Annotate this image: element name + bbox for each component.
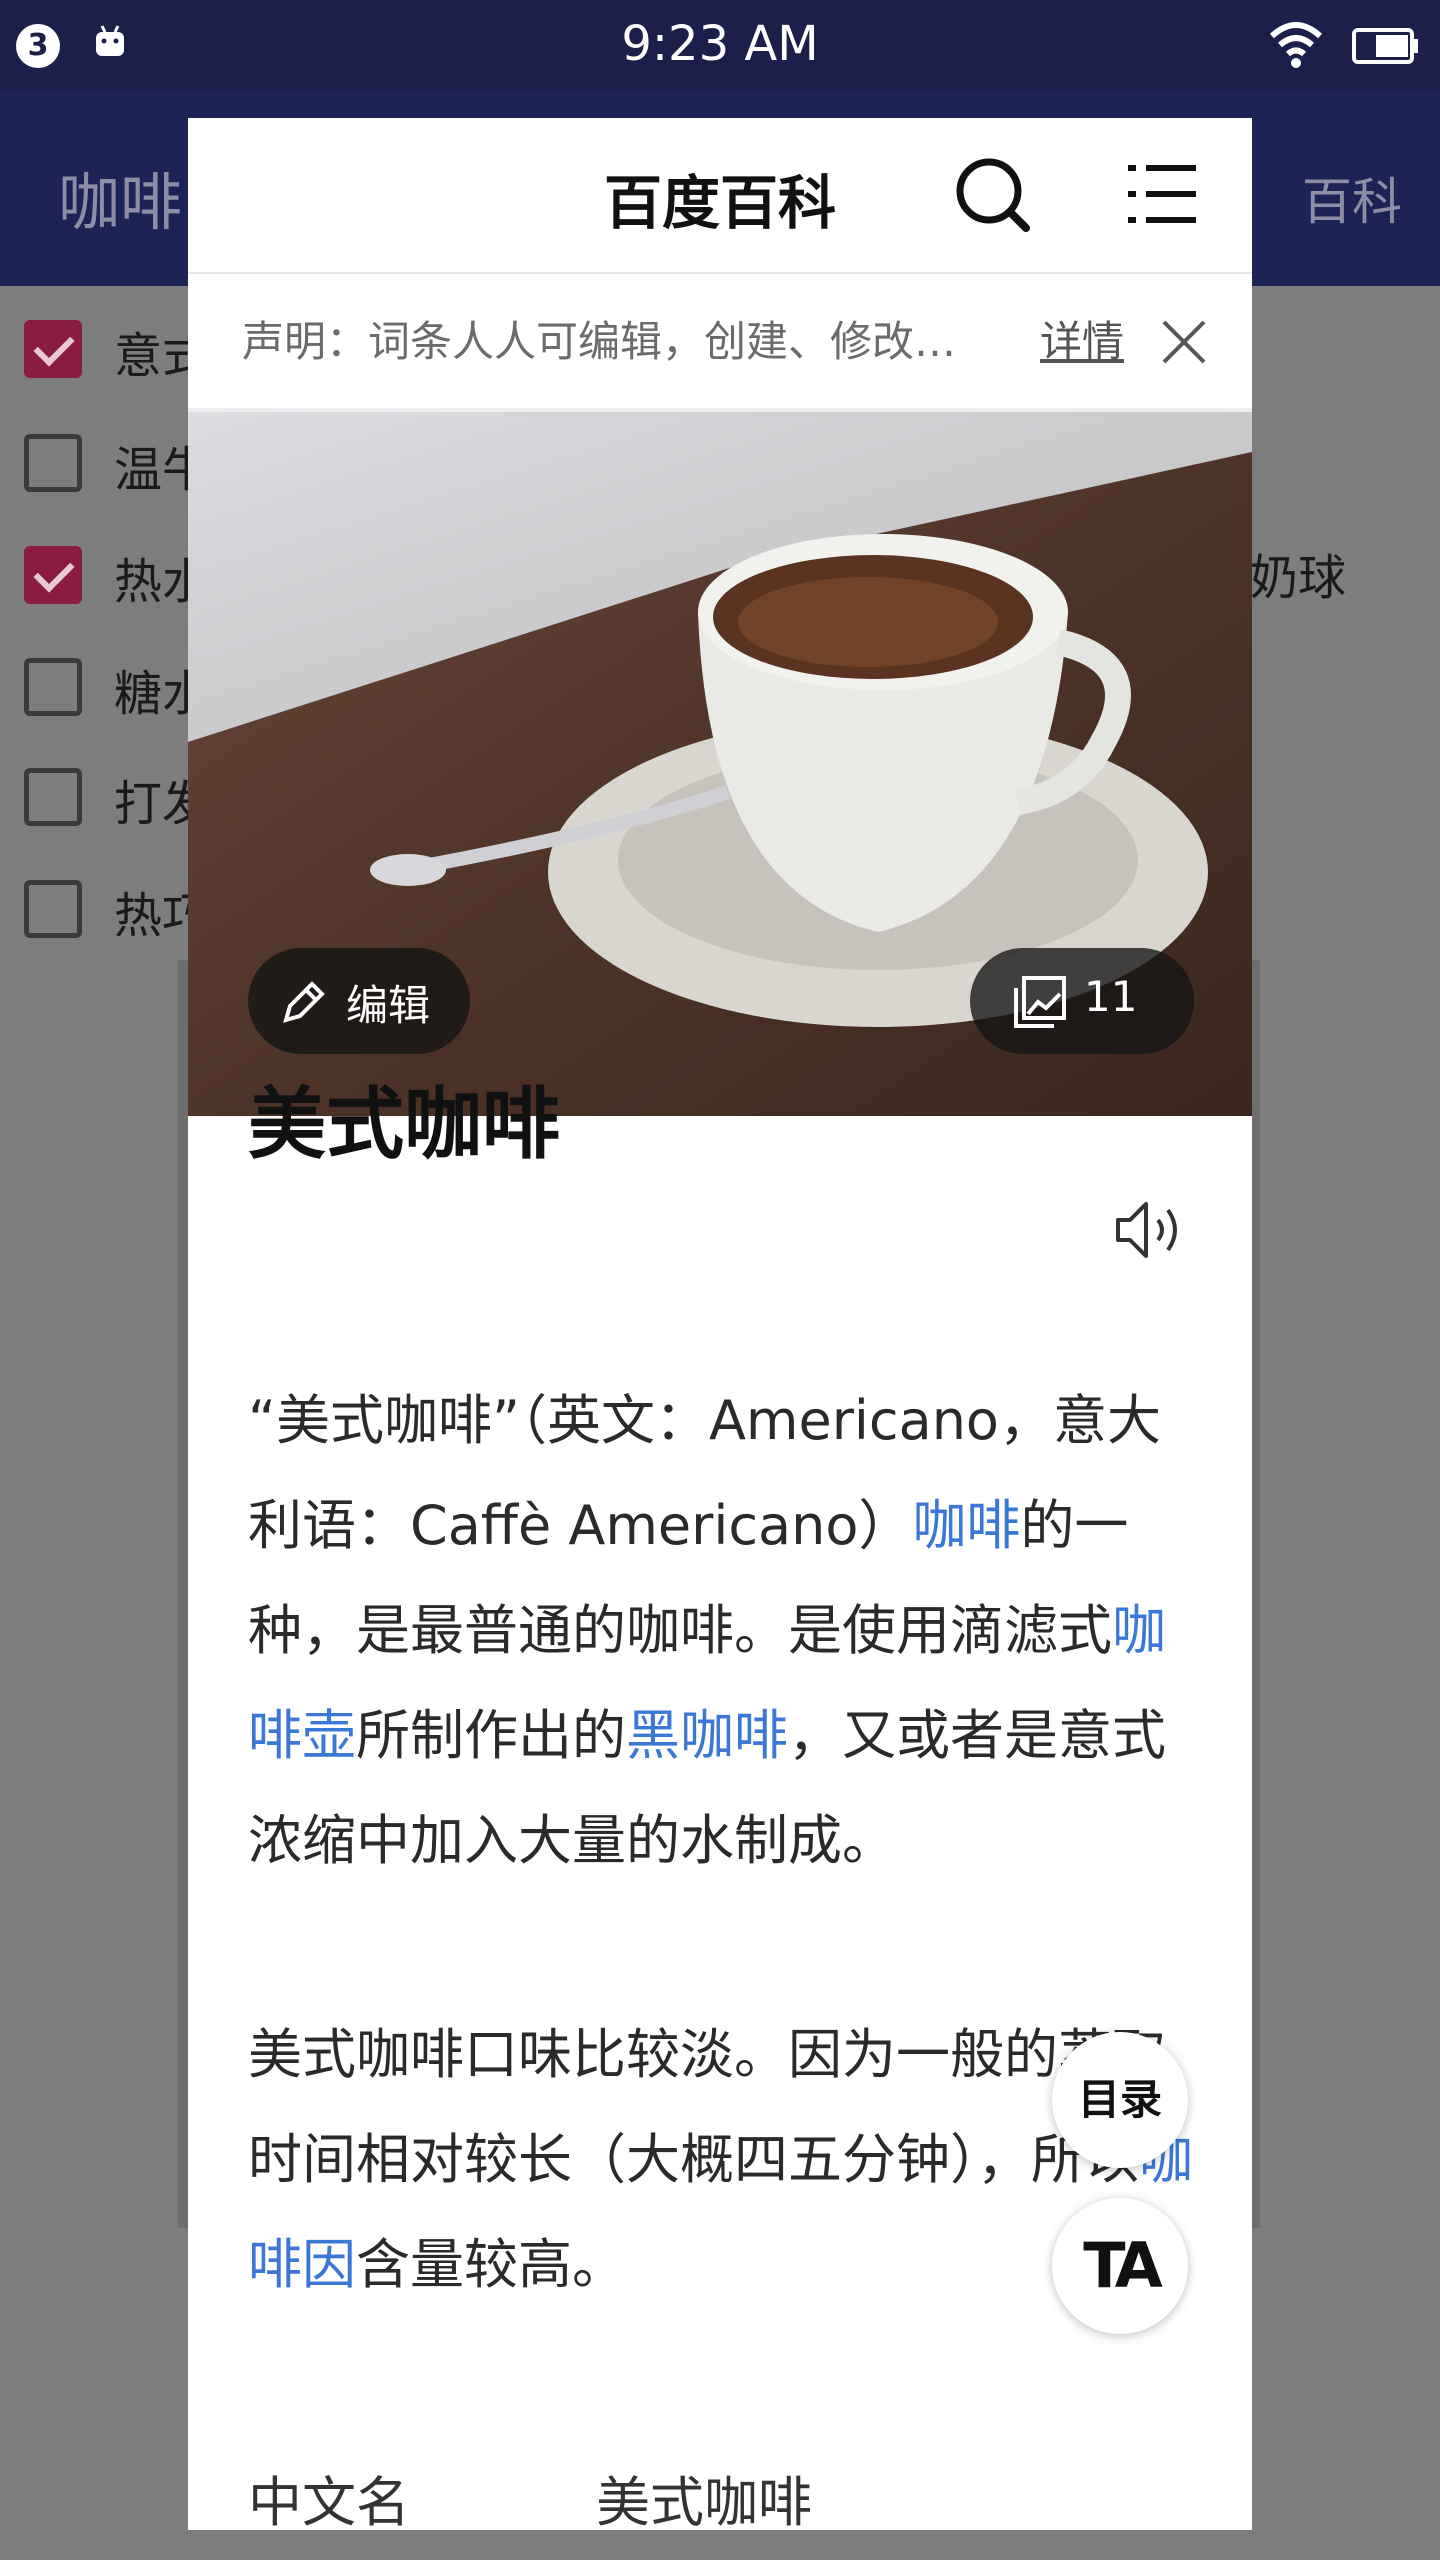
font-size-button[interactable]: TA <box>1052 2198 1188 2334</box>
checkbox[interactable] <box>24 880 82 938</box>
search-icon[interactable] <box>954 156 1032 234</box>
info-row-chinese-name: 中文名 美式咖啡 <box>248 2458 1212 2530</box>
info-value: 美式咖啡 <box>596 2471 812 2530</box>
disclaimer-details-link[interactable]: 详情 <box>1040 308 1124 369</box>
clock: 9:23 AM <box>621 16 819 72</box>
app-title: 咖啡 <box>58 166 183 239</box>
hero-image-coffee-cup[interactable]: 编辑 11 <box>188 412 1252 1116</box>
gallery-count: 11 <box>1084 972 1138 1021</box>
checkbox[interactable] <box>24 546 82 604</box>
table-of-contents-button[interactable]: 目录 <box>1052 2032 1188 2168</box>
disclaimer-banner: 声明：词条人人可编辑，创建、修改… 详情 <box>188 274 1252 412</box>
close-icon[interactable] <box>1158 316 1210 368</box>
app-header-right: 百科 <box>1302 173 1402 231</box>
text-run: 含量较高。 <box>356 2233 626 2296</box>
link-black-coffee[interactable]: 黑咖啡 <box>626 1704 788 1767</box>
battery-icon <box>1352 28 1418 64</box>
status-bar: 3 9:23 AM <box>0 0 1440 90</box>
checkbox[interactable] <box>24 768 82 826</box>
pencil-icon <box>283 981 325 1023</box>
checkbox[interactable] <box>24 658 82 716</box>
text-run: 美式咖啡口味比较淡。因为一般的萃取时间相对较长（大概四五分钟），所以 <box>248 2023 1166 2191</box>
edit-button[interactable]: 编辑 <box>248 948 470 1054</box>
checkbox[interactable] <box>24 320 82 378</box>
speaker-icon[interactable] <box>1114 1198 1186 1262</box>
menu-icon[interactable] <box>1126 162 1198 226</box>
edit-label: 编辑 <box>346 981 431 1030</box>
article-title: 美式咖啡 <box>248 1080 561 1170</box>
image-gallery-icon <box>1014 976 1066 1028</box>
checkbox[interactable] <box>24 434 82 492</box>
gallery-button[interactable]: 11 <box>970 948 1194 1054</box>
baike-popup-card: 百度百科 声明：词条人人可编辑，创建、修改… 详情 编辑 11 美式咖啡 “美式… <box>188 118 1252 2530</box>
wifi-icon <box>1269 22 1323 68</box>
article-paragraph-1: “美式咖啡”（英文：Americano，意大利语：Caffè Americano… <box>248 1368 1212 1893</box>
link-coffee[interactable]: 咖啡 <box>912 1494 1020 1557</box>
list-item-right-label: 奶球 <box>1250 550 1347 606</box>
text-run: 所制作出的 <box>356 1704 626 1767</box>
disclaimer-text: 声明：词条人人可编辑，创建、修改… <box>242 317 957 366</box>
nav-title: 百度百科 <box>603 169 836 237</box>
baike-nav-bar: 百度百科 <box>188 118 1252 274</box>
info-key: 中文名 <box>248 2471 410 2530</box>
